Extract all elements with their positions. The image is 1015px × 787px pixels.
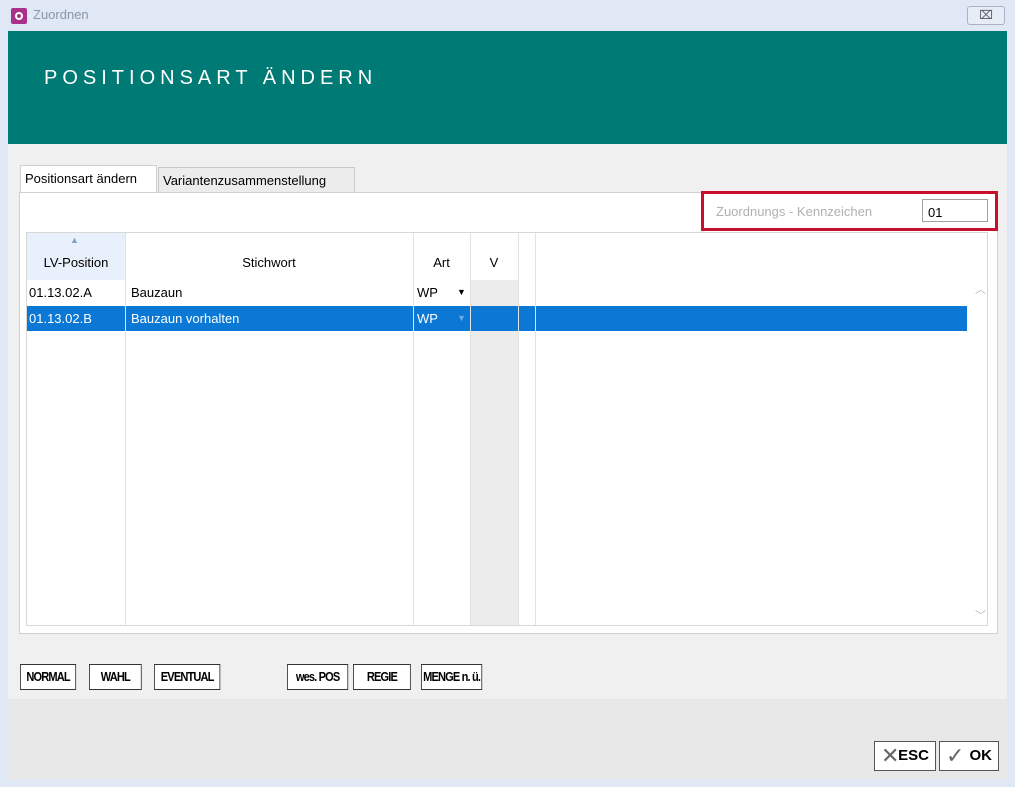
table-row[interactable]: 01.13.02.A Bauzaun WP ▼	[27, 280, 967, 305]
sort-ascending-icon: ▲	[70, 235, 79, 245]
title-bar: Zuordnen ⌧	[0, 0, 1015, 31]
column-header-lv-position[interactable]: ▲ LV-Position	[27, 233, 125, 280]
ok-button[interactable]: ✓ OK	[939, 741, 999, 771]
regie-button[interactable]: REGIE	[353, 664, 411, 690]
dropdown-arrow-icon[interactable]: ▼	[457, 313, 466, 323]
cell-stichwort: Bauzaun vorhalten	[131, 311, 240, 326]
window-title: Zuordnen	[33, 7, 89, 22]
dropdown-arrow-icon[interactable]: ▼	[457, 287, 466, 297]
table-row-selected[interactable]: 01.13.02.B Bauzaun vorhalten WP ▼	[27, 306, 967, 331]
esc-button[interactable]: ✕ ESC	[874, 741, 936, 771]
column-header-v[interactable]: V	[470, 233, 518, 280]
close-icon: ✕	[881, 743, 900, 768]
column-divider	[413, 233, 414, 625]
column-divider	[125, 233, 126, 625]
footer-bar	[8, 699, 1007, 779]
wahl-button[interactable]: WAHL	[89, 664, 142, 690]
positions-table[interactable]: ▲ LV-Position Stichwort Art V 01.13.02.A…	[26, 232, 988, 626]
page-title: POSITIONSART ÄNDERN	[44, 67, 378, 89]
scroll-up-icon[interactable]: ︿	[975, 281, 986, 297]
eventual-button[interactable]: EVENTUAL	[154, 664, 221, 690]
dialog-window: Zuordnen ⌧ POSITIONSART ÄNDERN Positions…	[0, 0, 1015, 787]
header-banner: POSITIONSART ÄNDERN	[8, 31, 1007, 144]
cell-lv-position: 01.13.02.A	[29, 285, 92, 300]
wes-pos-button[interactable]: wes. POS	[287, 664, 349, 690]
column-header-stichwort[interactable]: Stichwort	[125, 233, 413, 280]
cell-lv-position: 01.13.02.B	[29, 311, 92, 326]
cell-art[interactable]: WP	[417, 285, 438, 300]
app-icon	[11, 8, 27, 24]
checkmark-icon: ✓	[946, 743, 965, 768]
normal-button[interactable]: NORMAL	[20, 664, 77, 690]
close-icon[interactable]: ⌧	[967, 6, 1005, 25]
column-divider	[470, 233, 471, 625]
scroll-down-icon[interactable]: ﹀	[975, 607, 986, 623]
tab-variantenzusammenstellung[interactable]: Variantenzusammenstellung	[158, 167, 355, 192]
highlight-box	[701, 191, 998, 231]
column-divider	[518, 233, 519, 625]
column-divider	[535, 233, 536, 625]
menge-nicht-ueberschreiten-button[interactable]: MENGE n. ü.	[421, 664, 483, 690]
tab-positionsart-aendern[interactable]: Positionsart ändern	[20, 165, 157, 193]
cell-stichwort: Bauzaun	[131, 285, 183, 300]
cell-art[interactable]: WP	[417, 311, 438, 326]
column-header-art[interactable]: Art	[413, 233, 470, 280]
v-column-background	[470, 280, 518, 625]
